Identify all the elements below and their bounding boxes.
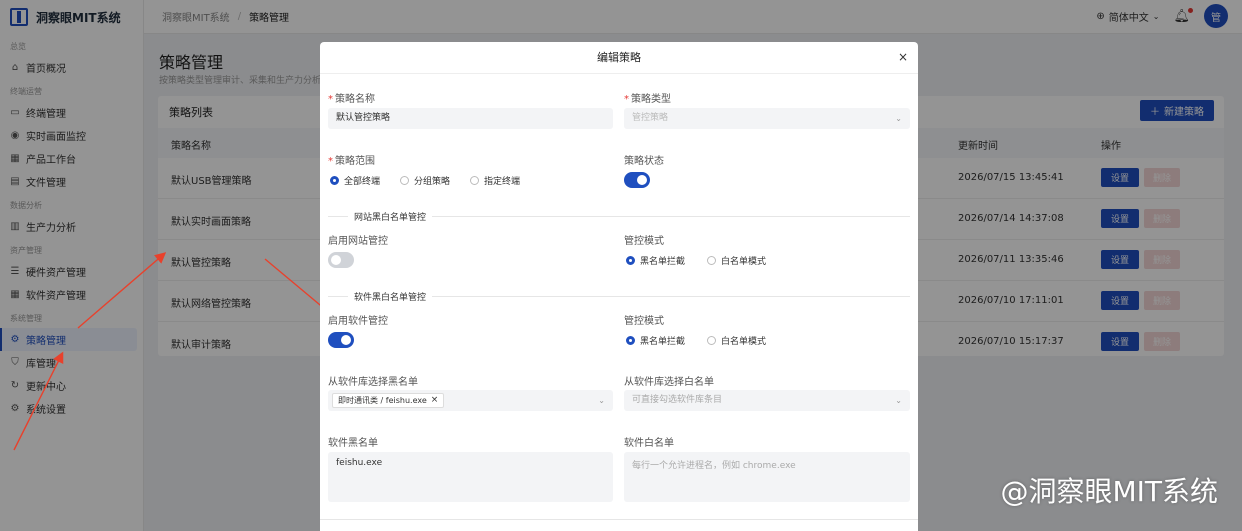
software-whitelist-radio[interactable]: 白名单模式 (707, 334, 766, 347)
policy-scope-label: * 策略范围 (328, 156, 375, 167)
blacklist-text-label: 软件黑名单 (328, 438, 378, 449)
divider (320, 519, 918, 520)
selected-tag: 即时通讯类 / feishu.exe × (332, 390, 445, 411)
whitelist-select[interactable]: 可直接勾选软件库条目 ⌄ (624, 390, 910, 411)
policy-type-select: 管控策略 ⌄ (624, 108, 910, 129)
blacklist-textarea[interactable]: feishu.exe (328, 452, 613, 502)
software-enable-label: 启用软件管控 (328, 316, 388, 327)
web-whitelist-radio[interactable]: 白名单模式 (707, 254, 766, 267)
required-mark: * (328, 94, 333, 105)
software-mode-radios: 黑名单拦截 白名单模式 (626, 334, 766, 347)
policy-name-input[interactable]: 默认管控策略 (328, 108, 613, 129)
web-blacklist-radio[interactable]: 黑名单拦截 (626, 254, 685, 267)
blacklist-select-label: 从软件库选择黑名单 (328, 377, 418, 388)
chevron-down-icon: ⌄ (598, 396, 605, 405)
scope-all-radio[interactable]: 全部终端 (330, 174, 380, 187)
web-control-switch[interactable] (328, 252, 354, 268)
web-section-title: 网站黑白名单管控 (348, 210, 433, 223)
scope-specific-radio[interactable]: 指定终端 (470, 174, 520, 187)
web-mode-label: 管控模式 (624, 236, 664, 247)
policy-type-label: * 策略类型 (624, 94, 671, 105)
policy-status-label: 策略状态 (624, 156, 664, 167)
required-mark: * (328, 156, 333, 167)
modal-title: 编辑策略 (320, 42, 918, 74)
close-icon[interactable]: × (896, 50, 910, 64)
software-blacklist-radio[interactable]: 黑名单拦截 (626, 334, 685, 347)
required-mark: * (624, 94, 629, 105)
policy-scope-radios: 全部终端 分组策略 指定终端 (330, 174, 520, 187)
policy-status-switch[interactable] (624, 172, 650, 188)
arrow-to-policy-row (77, 252, 167, 329)
chevron-down-icon: ⌄ (895, 396, 902, 405)
software-mode-label: 管控模式 (624, 316, 664, 327)
whitelist-text-label: 软件白名单 (624, 438, 674, 449)
arrow-to-policy-menu (13, 351, 64, 451)
software-control-switch[interactable] (328, 332, 354, 348)
whitelist-textarea[interactable]: 每行一个允许进程名，例如 chrome.exe (624, 452, 910, 502)
blacklist-select[interactable]: 即时通讯类 / feishu.exe × ⌄ (328, 390, 613, 411)
whitelist-select-label: 从软件库选择白名单 (624, 377, 714, 388)
watermark: @洞察眼MIT系统 (1000, 475, 1218, 508)
edit-policy-modal: 编辑策略 × * 策略名称 默认管控策略 * 策略类型 管控策略 ⌄ * 策略范围 全部… (320, 42, 918, 531)
tag-close-icon[interactable]: × (431, 390, 439, 411)
chevron-down-icon: ⌄ (895, 114, 902, 123)
software-section-title: 软件黑白名单管控 (348, 290, 433, 303)
scope-group-radio[interactable]: 分组策略 (400, 174, 450, 187)
web-mode-radios: 黑名单拦截 白名单模式 (626, 254, 766, 267)
web-enable-label: 启用网站管控 (328, 236, 388, 247)
policy-name-label: * 策略名称 (328, 94, 375, 105)
